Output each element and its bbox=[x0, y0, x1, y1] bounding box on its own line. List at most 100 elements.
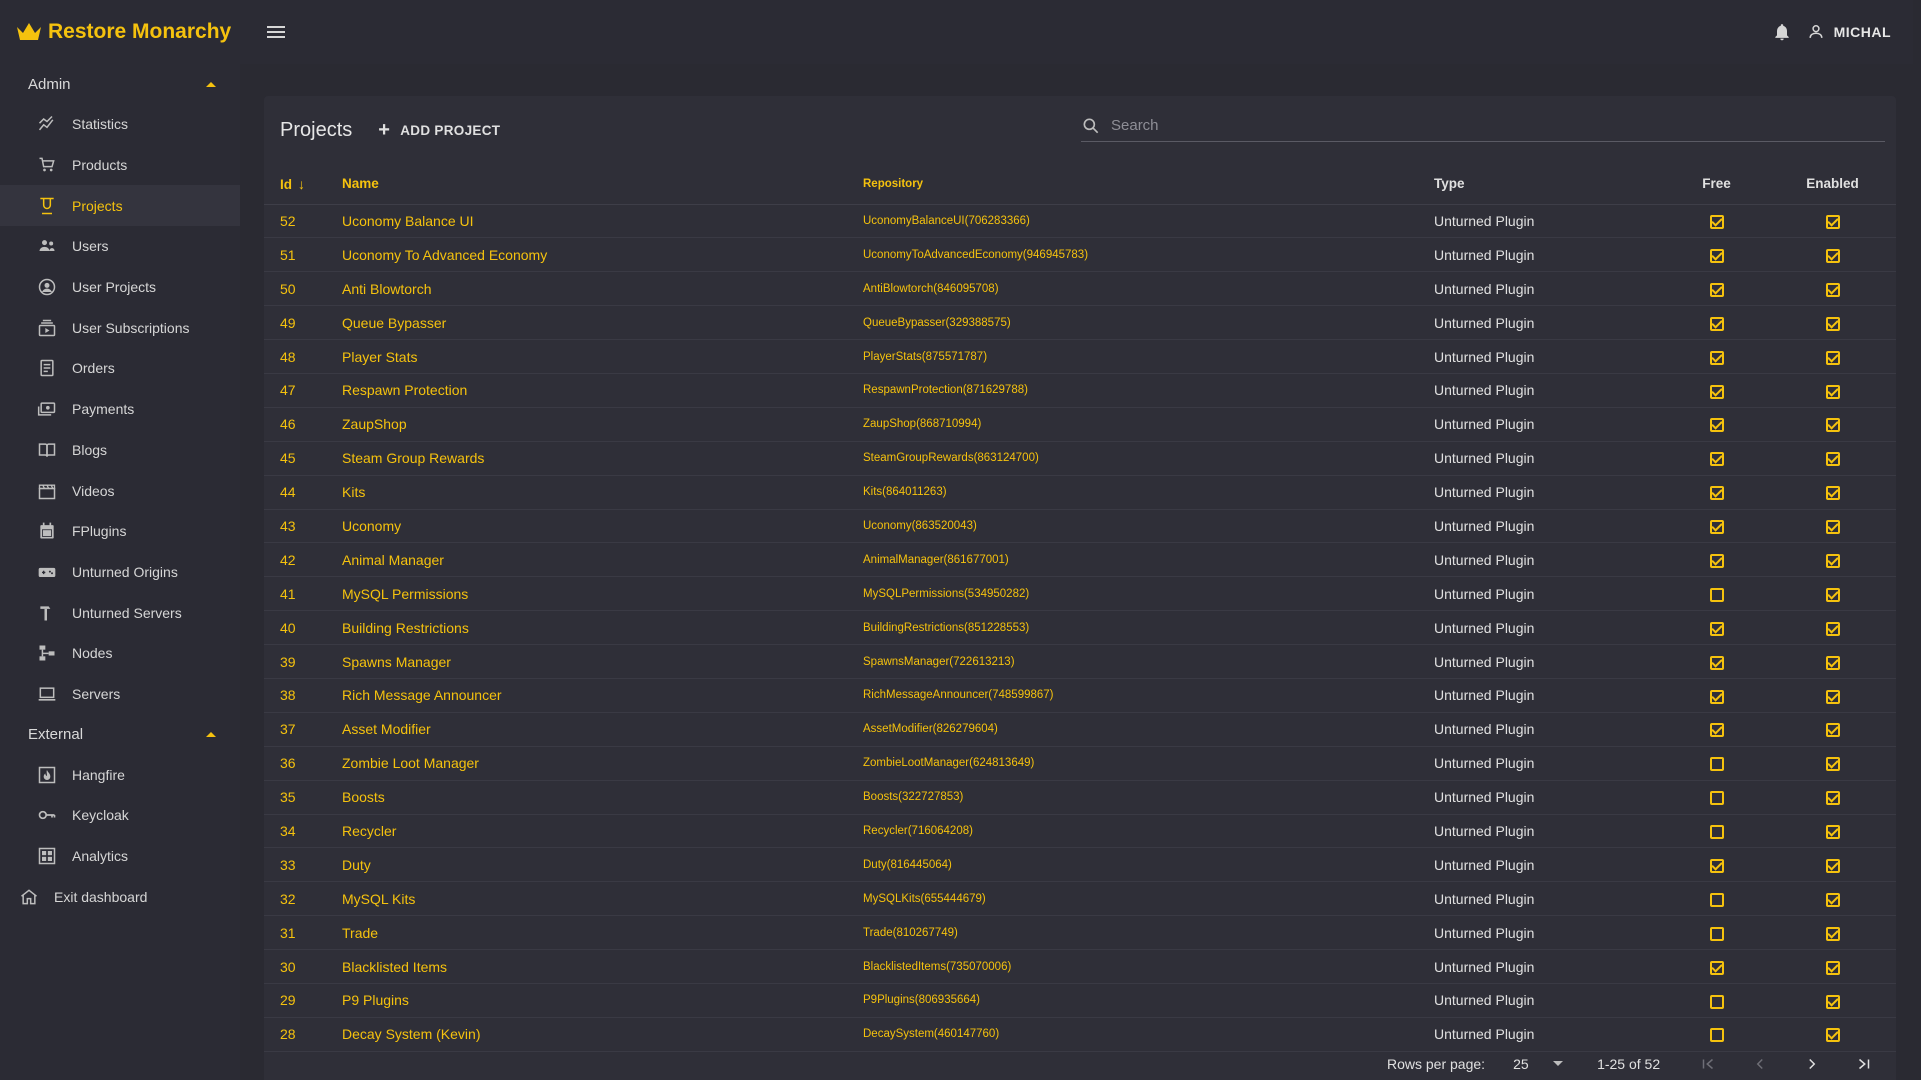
free-checkbox[interactable] bbox=[1709, 248, 1724, 263]
table-row[interactable]: 43 Uconomy Uconomy(863520043) Unturned Plug… bbox=[264, 509, 1896, 544]
cell-name[interactable]: Kits bbox=[342, 475, 863, 510]
table-row[interactable]: 45 Steam Group Rewards SteamGroupRewards(8… bbox=[264, 441, 1896, 476]
free-checkbox[interactable] bbox=[1709, 316, 1724, 331]
cell-repository[interactable]: PlayerStats(875571787) bbox=[863, 339, 1434, 374]
free-checkbox[interactable] bbox=[1709, 452, 1724, 467]
table-row[interactable]: 37 Asset Modifier AssetModifier(826279604)… bbox=[264, 712, 1896, 747]
sidebar-item-videos[interactable]: Videos bbox=[0, 470, 240, 511]
cell-repository[interactable]: BuildingRestrictions(851228553) bbox=[863, 610, 1434, 646]
cell-repository[interactable]: RespawnProtection(871629788) bbox=[863, 373, 1434, 408]
cell-repository[interactable]: AnimalManager(861677001) bbox=[863, 542, 1434, 578]
enabled-checkbox[interactable] bbox=[1825, 282, 1840, 297]
sidebar-item-fplugins[interactable]: FPlugins bbox=[0, 511, 240, 552]
brand[interactable]: Restore Monarchy bbox=[0, 0, 240, 64]
free-checkbox[interactable] bbox=[1709, 384, 1724, 399]
enabled-checkbox[interactable] bbox=[1825, 960, 1840, 975]
enabled-checkbox[interactable] bbox=[1825, 926, 1840, 941]
free-checkbox[interactable] bbox=[1709, 655, 1724, 670]
enabled-checkbox[interactable] bbox=[1825, 215, 1840, 230]
enabled-checkbox[interactable] bbox=[1825, 1028, 1840, 1043]
table-row[interactable]: 52 Uconomy Balance UI UconomyBalanceUI(706… bbox=[264, 204, 1896, 239]
enabled-checkbox[interactable] bbox=[1825, 892, 1840, 907]
scrollbar[interactable] bbox=[1913, 0, 1921, 1080]
sidebar-item-servers[interactable]: Servers bbox=[0, 674, 240, 715]
enabled-checkbox[interactable] bbox=[1825, 248, 1840, 263]
sidebar-item-unturned-origins[interactable]: Unturned Origins bbox=[0, 552, 240, 593]
sidebar-item-hangfire[interactable]: Hangfire bbox=[0, 754, 240, 795]
enabled-checkbox[interactable] bbox=[1825, 723, 1840, 738]
free-checkbox[interactable] bbox=[1709, 350, 1724, 365]
free-checkbox[interactable] bbox=[1709, 723, 1724, 738]
section-header-admin[interactable]: Admin bbox=[0, 64, 240, 104]
cell-repository[interactable]: QueueBypasser(329388575) bbox=[863, 305, 1434, 341]
cell-repository[interactable]: P9Plugins(806935664) bbox=[863, 983, 1434, 1018]
sidebar-item-user-subscriptions[interactable]: User Subscriptions bbox=[0, 307, 240, 348]
cell-name[interactable]: Spawns Manager bbox=[342, 644, 863, 679]
cell-name[interactable]: Trade bbox=[342, 915, 863, 951]
enabled-checkbox[interactable] bbox=[1825, 554, 1840, 568]
sidebar-item-blogs[interactable]: Blogs bbox=[0, 430, 240, 471]
enabled-checkbox[interactable] bbox=[1825, 384, 1840, 399]
enabled-checkbox[interactable] bbox=[1825, 791, 1840, 806]
cell-repository[interactable]: AssetModifier(826279604) bbox=[863, 712, 1434, 747]
enabled-checkbox[interactable] bbox=[1825, 655, 1840, 670]
cell-repository[interactable]: AntiBlowtorch(846095708) bbox=[863, 271, 1434, 307]
free-checkbox[interactable] bbox=[1709, 1028, 1724, 1043]
table-row[interactable]: 50 Anti Blowtorch AntiBlowtorch(846095708)… bbox=[264, 271, 1896, 307]
cell-repository[interactable]: BlacklistedItems(735070006) bbox=[863, 949, 1434, 984]
cell-repository[interactable]: UconomyToAdvancedEconomy(946945783) bbox=[863, 237, 1434, 273]
col-repository-header[interactable]: Repository bbox=[863, 164, 1434, 205]
cell-name[interactable]: ZaupShop bbox=[342, 407, 863, 442]
free-checkbox[interactable] bbox=[1709, 825, 1724, 840]
enabled-checkbox[interactable] bbox=[1825, 994, 1840, 1009]
sidebar-item-users[interactable]: Users bbox=[0, 226, 240, 267]
free-checkbox[interactable] bbox=[1709, 892, 1724, 907]
cell-name[interactable]: P9 Plugins bbox=[342, 983, 863, 1018]
cell-repository[interactable]: Trade(810267749) bbox=[863, 915, 1434, 951]
cell-name[interactable]: Rich Message Announcer bbox=[342, 678, 863, 713]
col-free-header[interactable]: Free bbox=[1664, 164, 1769, 205]
free-checkbox[interactable] bbox=[1709, 689, 1724, 704]
sidebar-item-unturned-servers[interactable]: Unturned Servers bbox=[0, 592, 240, 633]
search-input[interactable] bbox=[1111, 117, 1851, 134]
sidebar-item-projects[interactable]: Projects bbox=[0, 185, 240, 227]
cell-repository[interactable]: SteamGroupRewards(863124700) bbox=[863, 441, 1434, 476]
sidebar-item-user-projects[interactable]: User Projects bbox=[0, 267, 240, 308]
table-row[interactable]: 29 P9 Plugins P9Plugins(806935664) Unturned… bbox=[264, 983, 1896, 1018]
menu-icon[interactable] bbox=[264, 20, 288, 44]
sidebar-item-products[interactable]: Products bbox=[0, 145, 240, 186]
table-row[interactable]: 32 MySQL Kits MySQLKits(655444679) Unturned… bbox=[264, 881, 1896, 917]
table-row[interactable]: 51 Uconomy To Advanced Economy UconomyToAd… bbox=[264, 237, 1896, 273]
free-checkbox[interactable] bbox=[1709, 520, 1724, 535]
sidebar-item-orders[interactable]: Orders bbox=[0, 348, 240, 389]
enabled-checkbox[interactable] bbox=[1825, 486, 1840, 501]
last-page-button[interactable] bbox=[1838, 1055, 1890, 1073]
table-row[interactable]: 44 Kits Kits(864011263) Unturned Plugin bbox=[264, 475, 1896, 510]
enabled-checkbox[interactable] bbox=[1825, 587, 1840, 602]
free-checkbox[interactable] bbox=[1709, 926, 1724, 941]
table-row[interactable]: 33 Duty Duty(816445064) Unturned Plugin bbox=[264, 847, 1896, 883]
table-row[interactable]: 47 Respawn Protection RespawnProtection(87… bbox=[264, 373, 1896, 408]
free-checkbox[interactable] bbox=[1709, 282, 1724, 297]
enabled-checkbox[interactable] bbox=[1825, 316, 1840, 331]
section-header-external[interactable]: External bbox=[0, 714, 240, 754]
cell-name[interactable]: Asset Modifier bbox=[342, 712, 863, 747]
cell-repository[interactable]: ZaupShop(868710994) bbox=[863, 407, 1434, 442]
free-checkbox[interactable] bbox=[1709, 791, 1724, 806]
col-type-header[interactable]: Type bbox=[1434, 164, 1664, 205]
free-checkbox[interactable] bbox=[1709, 554, 1724, 568]
user-menu[interactable]: MICHAL bbox=[1806, 22, 1891, 42]
col-id-header[interactable]: Id ↓ bbox=[264, 164, 342, 205]
table-row[interactable]: 34 Recycler Recycler(716064208) Unturned Pl… bbox=[264, 814, 1896, 849]
enabled-checkbox[interactable] bbox=[1825, 689, 1840, 704]
cell-name[interactable]: Steam Group Rewards bbox=[342, 441, 863, 476]
sidebar-item-statistics[interactable]: Statistics bbox=[0, 104, 240, 145]
cell-repository[interactable]: ZombieLootManager(624813649) bbox=[863, 746, 1434, 781]
table-row[interactable]: 38 Rich Message Announcer RichMessageAnnou… bbox=[264, 678, 1896, 713]
add-project-button[interactable]: + ADD PROJECT bbox=[378, 120, 500, 140]
cell-name[interactable]: MySQL Kits bbox=[342, 881, 863, 917]
cell-repository[interactable]: MySQLPermissions(534950282) bbox=[863, 576, 1434, 612]
rows-per-page-select[interactable]: 25 bbox=[1513, 1056, 1564, 1072]
table-row[interactable]: 49 Queue Bypasser QueueBypasser(329388575)… bbox=[264, 305, 1896, 341]
cell-name[interactable]: Boosts bbox=[342, 780, 863, 815]
